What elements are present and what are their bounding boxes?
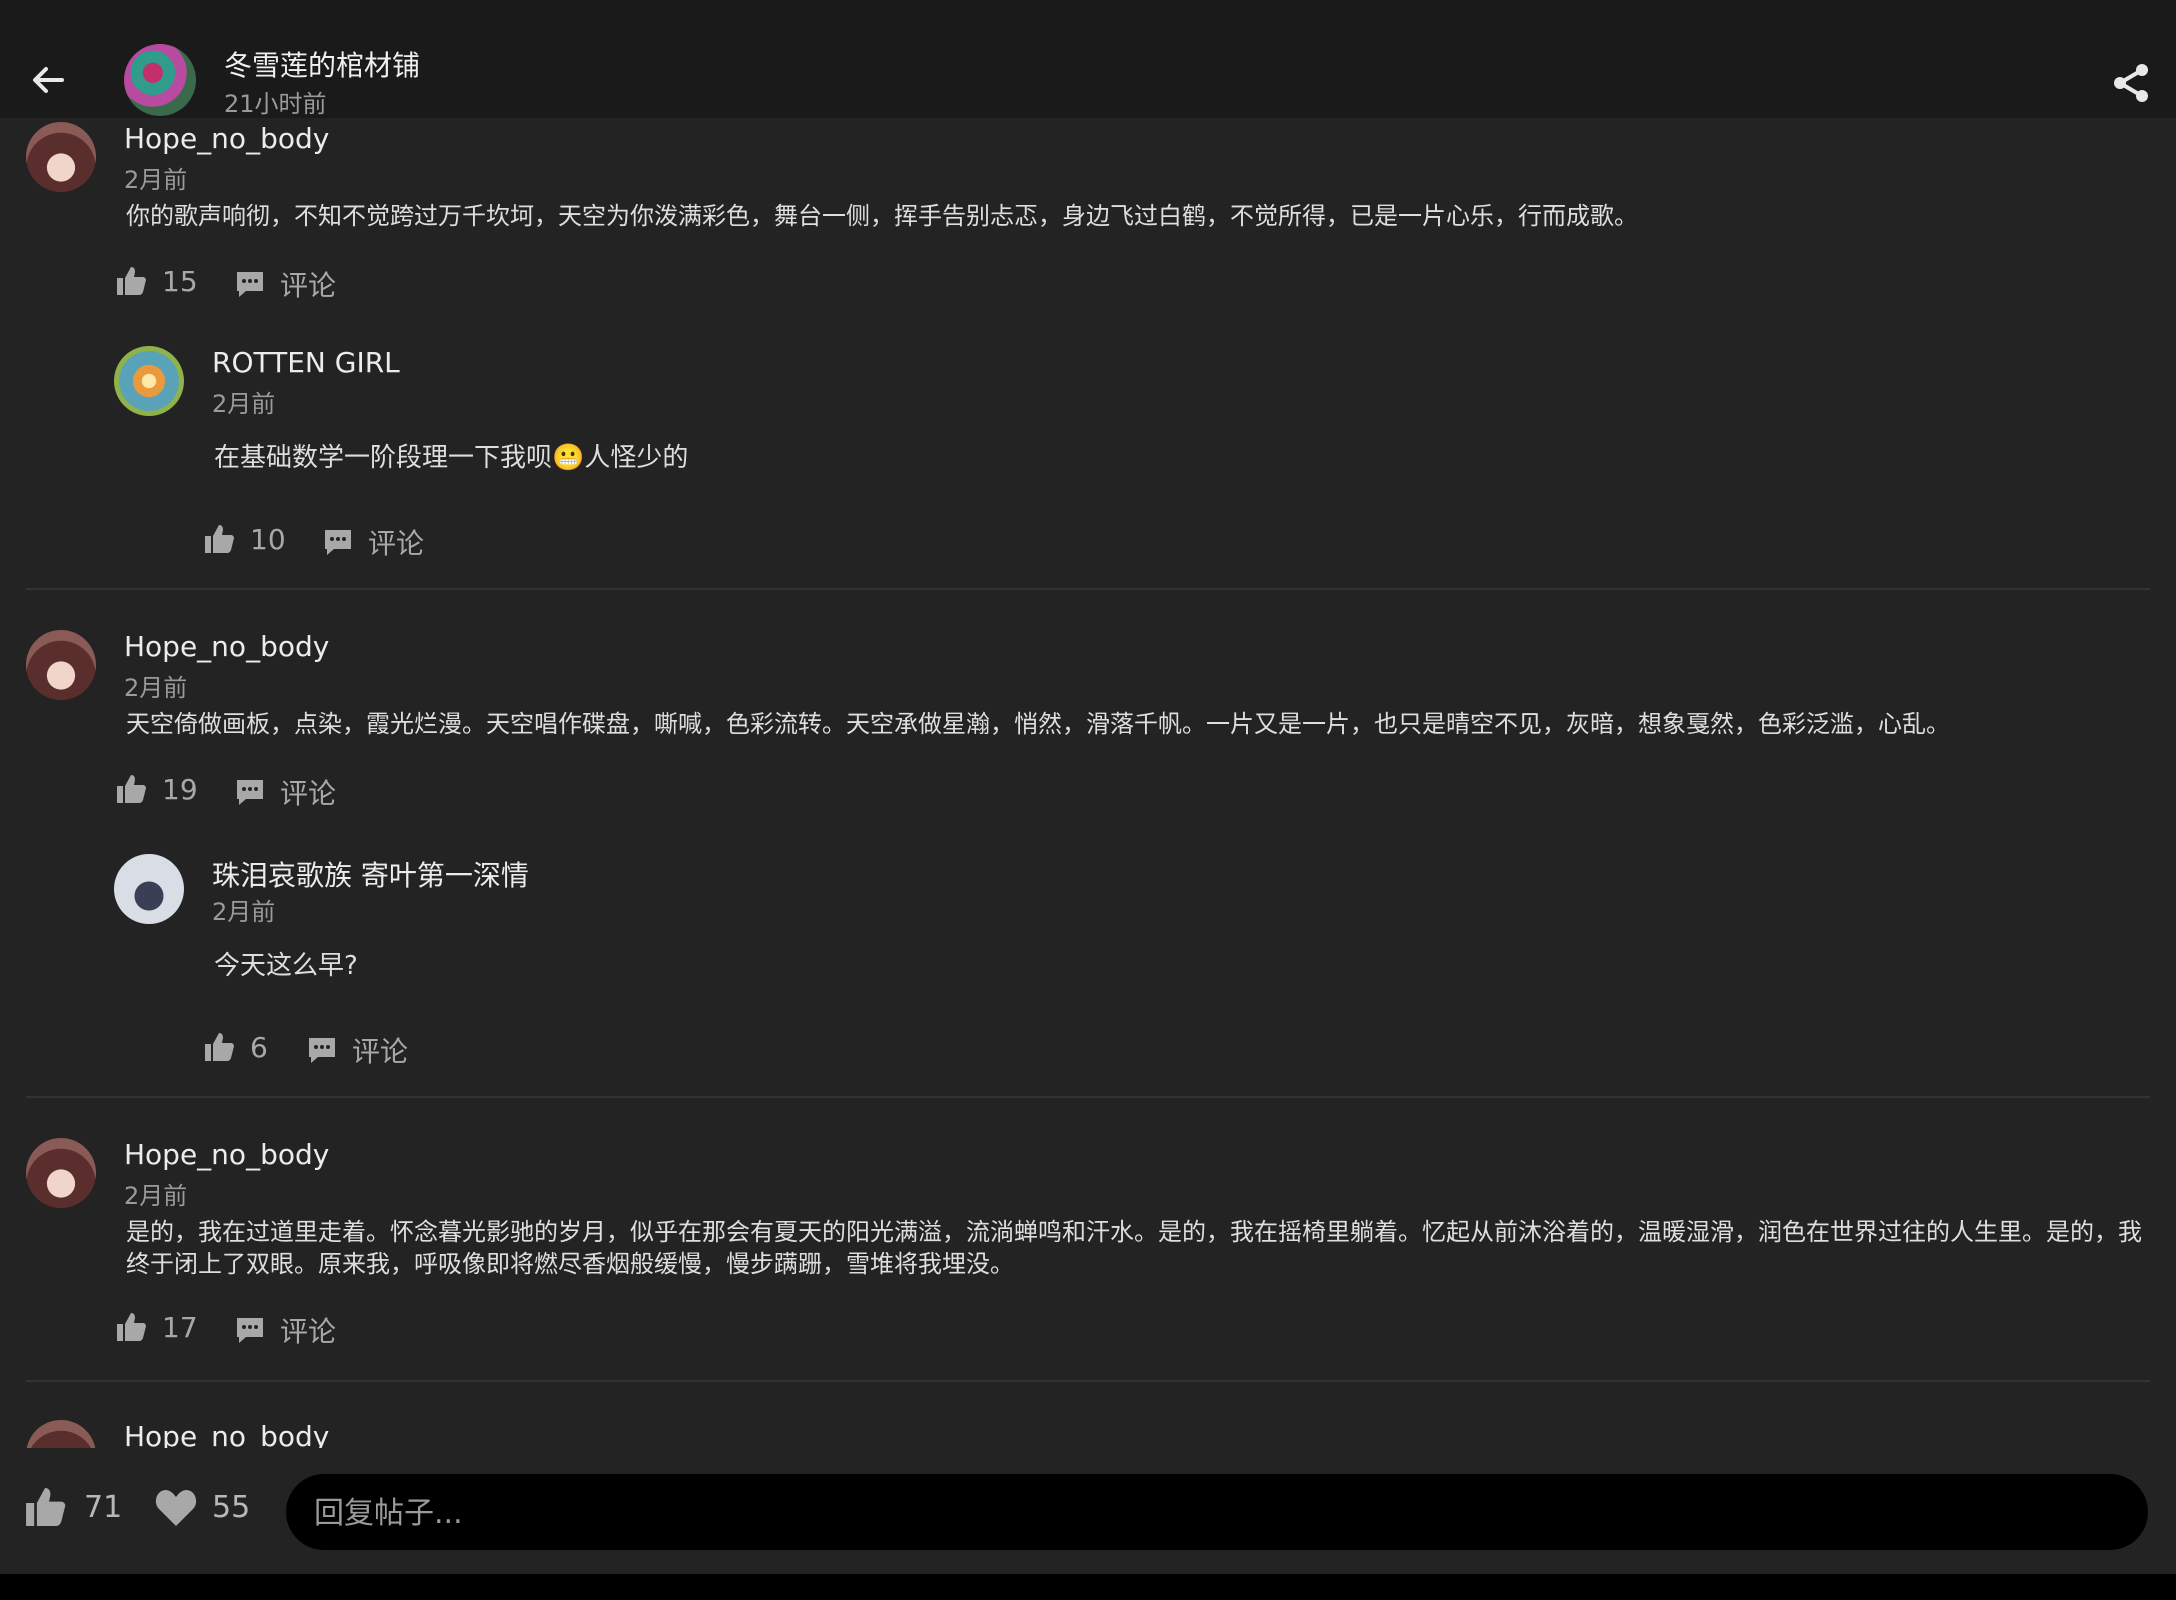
reply-time: 2月前 <box>212 390 276 418</box>
divider <box>26 1096 2150 1098</box>
reply-text: 今天这么早? <box>214 951 358 981</box>
favorite-count: 55 <box>212 1490 251 1525</box>
thumbs-up-icon <box>117 267 146 295</box>
thumbs-up-icon <box>117 1313 146 1341</box>
comment-username[interactable]: Hope_no_body <box>124 1420 329 1448</box>
like-count: 15 <box>162 264 198 298</box>
chat-bubble-icon <box>237 272 263 297</box>
comment-text: 你的歌声响彻，不知不觉跨过万千坎坷，天空为你泼满彩色，舞台一侧，挥手告别忐忑，身… <box>126 202 1638 230</box>
like-button[interactable]: 19 <box>114 772 198 806</box>
user-avatar[interactable] <box>114 346 184 416</box>
reply-username[interactable]: 珠泪哀歌族 寄叶第一深情 <box>212 854 529 894</box>
chat-bubble-icon <box>237 1318 263 1343</box>
divider <box>26 1380 2150 1382</box>
comment-button[interactable]: 评论 <box>234 264 336 304</box>
reply-box[interactable] <box>286 1474 2148 1550</box>
heart-icon <box>155 1490 197 1526</box>
comment-username[interactable]: Hope_no_body <box>124 630 329 663</box>
favorite-button[interactable] <box>154 1486 198 1532</box>
reply-text: 在基础数学一阶段理一下我呗😬人怪少的 <box>214 443 689 473</box>
chat-bubble-icon <box>237 780 263 805</box>
comment-text: 天空倚做画板，点染，霞光烂漫。天空唱作碟盘，嘶喊，色彩流转。天空承做星瀚，悄然，… <box>126 710 1950 738</box>
comment-time: 2月前 <box>124 1182 188 1210</box>
user-avatar[interactable] <box>26 630 96 700</box>
thumbs-up-icon <box>117 775 146 803</box>
comment-label: 评论 <box>280 1315 337 1348</box>
reply-input[interactable] <box>312 1486 2116 1540</box>
like-count: 10 <box>250 522 286 556</box>
comment-time: 2月前 <box>124 674 188 702</box>
comment-button[interactable]: 评论 <box>322 522 424 562</box>
post-author-name[interactable]: 冬雪莲的棺材铺 <box>224 44 420 84</box>
reply-username[interactable]: ROTTEN GIRL <box>212 346 400 379</box>
comment-username[interactable]: Hope_no_body <box>124 122 329 155</box>
comment-label: 评论 <box>280 777 337 810</box>
like-button[interactable]: 17 <box>114 1310 198 1344</box>
user-avatar[interactable] <box>26 1138 96 1208</box>
thumbs-up-icon <box>205 525 234 553</box>
author-avatar[interactable] <box>124 44 196 116</box>
comment-list[interactable]: Hope_no_body 2月前 你的歌声响彻，不知不觉跨过万千坎坷，天空为你泼… <box>0 118 2176 1448</box>
like-button[interactable]: 10 <box>202 522 286 556</box>
top-bar: 冬雪莲的棺材铺 21小时前 <box>0 0 2176 118</box>
post-like-count: 71 <box>84 1490 123 1525</box>
back-arrow-icon[interactable] <box>28 60 68 100</box>
comment-button[interactable]: 评论 <box>234 772 336 812</box>
like-button[interactable]: 15 <box>114 264 198 298</box>
comment-label: 评论 <box>368 527 425 560</box>
like-count: 19 <box>162 772 198 806</box>
user-avatar[interactable] <box>114 854 184 924</box>
like-count: 6 <box>250 1030 268 1064</box>
chat-bubble-icon <box>309 1038 335 1063</box>
comment-username[interactable]: Hope_no_body <box>124 1138 329 1171</box>
comment-label: 评论 <box>280 269 337 302</box>
comment-label: 评论 <box>352 1035 409 1068</box>
thumbs-up-icon <box>205 1033 234 1061</box>
comment-text: 是的，我在过道里走着。怀念暮光影驰的岁月，似乎在那会有夏天的阳光满溢，流淌蝉鸣和… <box>126 1218 2142 1278</box>
post-time: 21小时前 <box>224 90 327 118</box>
system-nav-strip <box>0 1574 2176 1600</box>
user-avatar[interactable] <box>26 1420 96 1448</box>
chat-bubble-icon <box>325 530 351 555</box>
post-like-button[interactable] <box>22 1484 68 1534</box>
comment-button[interactable]: 评论 <box>306 1030 408 1070</box>
thumbs-up-icon <box>26 1488 66 1526</box>
like-button[interactable]: 6 <box>202 1030 268 1064</box>
divider <box>26 588 2150 590</box>
reply-time: 2月前 <box>212 898 276 926</box>
share-icon[interactable] <box>2108 60 2154 106</box>
like-count: 17 <box>162 1310 198 1344</box>
comment-time: 2月前 <box>124 166 188 194</box>
comment-button[interactable]: 评论 <box>234 1310 336 1350</box>
user-avatar[interactable] <box>26 122 96 192</box>
